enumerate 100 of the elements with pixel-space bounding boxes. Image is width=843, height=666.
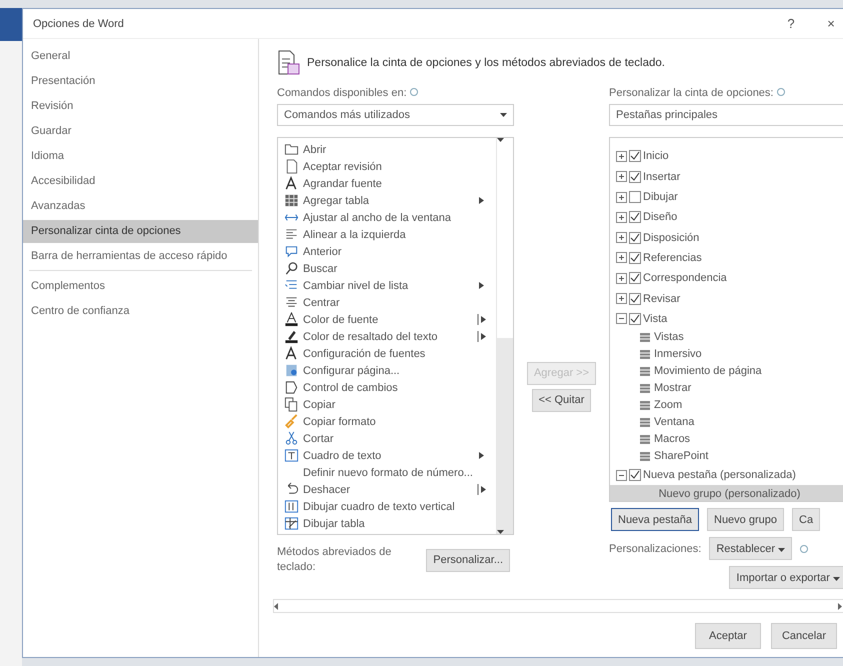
sidebar-item[interactable]: Complementos bbox=[23, 275, 258, 298]
expand-icon[interactable] bbox=[616, 171, 627, 182]
sidebar-item[interactable]: General bbox=[23, 45, 258, 68]
cancel-button[interactable]: Cancelar bbox=[771, 623, 837, 649]
tree-item[interactable]: Nueva pestaña (personalizada) bbox=[610, 464, 843, 486]
command-item[interactable]: Buscar bbox=[278, 260, 496, 278]
copy-icon bbox=[284, 397, 299, 412]
close-button[interactable]: × bbox=[811, 10, 843, 36]
checkbox[interactable] bbox=[629, 292, 641, 305]
checkbox[interactable] bbox=[629, 252, 641, 264]
sidebar-item[interactable]: Presentación bbox=[23, 70, 258, 93]
checkbox[interactable] bbox=[629, 272, 641, 284]
expand-icon[interactable] bbox=[616, 212, 627, 223]
sidebar-item[interactable]: Personalizar cinta de opciones bbox=[23, 220, 258, 243]
customize-shortcuts-button[interactable]: Personalizar... bbox=[426, 548, 510, 572]
expand-icon[interactable] bbox=[616, 150, 627, 162]
command-item[interactable]: Cuadro de texto bbox=[278, 447, 496, 464]
info-icon bbox=[776, 88, 785, 96]
command-item[interactable]: Dibujar cuadro de texto vertical bbox=[278, 498, 496, 516]
text-box-icon bbox=[284, 448, 299, 464]
commands-dropdown[interactable]: Comandos más utilizados bbox=[277, 104, 514, 126]
tree-item[interactable]: Dibujar bbox=[610, 186, 843, 208]
scrollbar[interactable] bbox=[496, 138, 513, 534]
checkbox[interactable] bbox=[629, 191, 641, 204]
command-item[interactable]: Anterior bbox=[278, 243, 496, 260]
remove-button[interactable]: << Quitar bbox=[532, 388, 592, 412]
reset-button[interactable]: Restablecer bbox=[709, 537, 792, 560]
command-item[interactable]: Centrar bbox=[278, 294, 496, 312]
sidebar-item[interactable]: Avanzadas bbox=[23, 195, 258, 218]
tree-item[interactable]: Insertar bbox=[610, 166, 843, 187]
command-item[interactable]: Definir nuevo formato de número... bbox=[278, 464, 496, 482]
command-item[interactable]: Cambiar nivel de lista bbox=[278, 277, 496, 294]
tree-item[interactable]: Macros bbox=[610, 430, 843, 448]
command-item[interactable]: Dibujar tabla bbox=[278, 515, 496, 532]
scroll-up-icon bbox=[497, 138, 504, 142]
scroll-right-icon bbox=[838, 602, 842, 610]
command-item[interactable]: Alinear a la izquierda bbox=[278, 226, 496, 244]
expand-icon[interactable] bbox=[616, 192, 627, 203]
sidebar-item[interactable]: Guardar bbox=[23, 120, 258, 143]
command-item[interactable]: Copiar formato bbox=[278, 413, 496, 430]
sidebar-item[interactable]: Revisión bbox=[23, 95, 258, 118]
group-icon bbox=[640, 384, 650, 393]
tree-item[interactable]: SharePoint bbox=[610, 448, 843, 465]
tree-item[interactable]: Correspondencia bbox=[610, 268, 843, 288]
checkbox[interactable] bbox=[629, 232, 641, 244]
command-item[interactable]: Deshacer bbox=[278, 481, 496, 498]
tree-item[interactable]: Disposición bbox=[610, 227, 843, 248]
group-icon bbox=[640, 366, 650, 376]
command-item[interactable]: Color de fuente bbox=[278, 311, 496, 328]
checkbox[interactable] bbox=[629, 150, 641, 162]
sidebar-item[interactable]: Idioma bbox=[23, 145, 258, 168]
command-item[interactable]: Agregar tabla bbox=[278, 192, 496, 210]
group-icon bbox=[640, 434, 650, 444]
expand-icon[interactable] bbox=[616, 293, 627, 304]
customizations-label: Personalizaciones: bbox=[609, 542, 702, 557]
ribbon-dropdown[interactable]: Pestañas principales bbox=[609, 104, 843, 126]
tree-item[interactable]: Revisar bbox=[610, 288, 843, 309]
group-icon bbox=[640, 332, 650, 342]
sidebar-item[interactable]: Barra de herramientas de acceso rápido bbox=[23, 245, 258, 268]
tree-action-button[interactable]: Ca bbox=[792, 508, 820, 532]
command-item[interactable]: Ajustar al ancho de la ventana bbox=[278, 209, 496, 226]
tree-item[interactable]: Nuevo grupo (personalizado) bbox=[610, 485, 843, 502]
tree-item[interactable]: Movimiento de página bbox=[610, 362, 843, 380]
command-item[interactable]: Agrandar fuente bbox=[278, 175, 496, 192]
command-item[interactable]: Aceptar revisión bbox=[278, 158, 496, 176]
tree-item[interactable]: Referencias bbox=[610, 248, 843, 268]
help-button[interactable]: ? bbox=[771, 10, 811, 36]
horizontal-scrollbar[interactable] bbox=[273, 599, 843, 613]
tree-item[interactable]: Inmersivo bbox=[610, 346, 843, 363]
sidebar-item[interactable]: Accesibilidad bbox=[23, 170, 258, 193]
tree-action-button[interactable]: Nuevo grupo bbox=[707, 508, 784, 532]
tree-item[interactable]: Zoom bbox=[610, 396, 843, 414]
highlighter-icon bbox=[284, 329, 299, 344]
tree-action-button[interactable]: Nueva pestaña bbox=[611, 508, 699, 532]
expand-icon[interactable] bbox=[616, 232, 627, 244]
tree-item[interactable]: Mostrar bbox=[610, 380, 843, 397]
checkbox[interactable] bbox=[629, 312, 641, 325]
command-item[interactable]: Copiar bbox=[278, 396, 496, 414]
checkbox[interactable] bbox=[629, 170, 641, 183]
command-item[interactable]: Color de resaltado del texto bbox=[278, 328, 496, 346]
tree-item[interactable]: Vistas bbox=[610, 328, 843, 346]
ribbon-customize-icon bbox=[277, 50, 301, 76]
expand-icon[interactable] bbox=[616, 252, 627, 264]
ok-button[interactable]: Aceptar bbox=[695, 623, 761, 649]
checkbox[interactable] bbox=[629, 211, 641, 224]
tree-item[interactable]: Inicio bbox=[610, 146, 843, 167]
sidebar-item[interactable]: Centro de confianza bbox=[23, 300, 258, 323]
tree-item[interactable]: Ventana bbox=[610, 414, 843, 431]
command-item[interactable]: Configuración de fuentes bbox=[278, 345, 496, 362]
tree-item[interactable]: Vista bbox=[610, 308, 843, 329]
command-item[interactable]: Cortar bbox=[278, 430, 496, 448]
command-item[interactable]: Configurar página... bbox=[278, 362, 496, 380]
command-item[interactable]: Abrir bbox=[278, 141, 496, 158]
import-export-button[interactable]: Importar o exportar bbox=[729, 566, 843, 590]
collapse-icon[interactable] bbox=[616, 470, 627, 481]
tree-item[interactable]: Diseño bbox=[610, 207, 843, 228]
expand-icon[interactable] bbox=[616, 272, 627, 284]
checkbox[interactable] bbox=[629, 469, 641, 482]
collapse-icon[interactable] bbox=[616, 313, 627, 324]
command-item[interactable]: Control de cambios bbox=[278, 379, 496, 396]
